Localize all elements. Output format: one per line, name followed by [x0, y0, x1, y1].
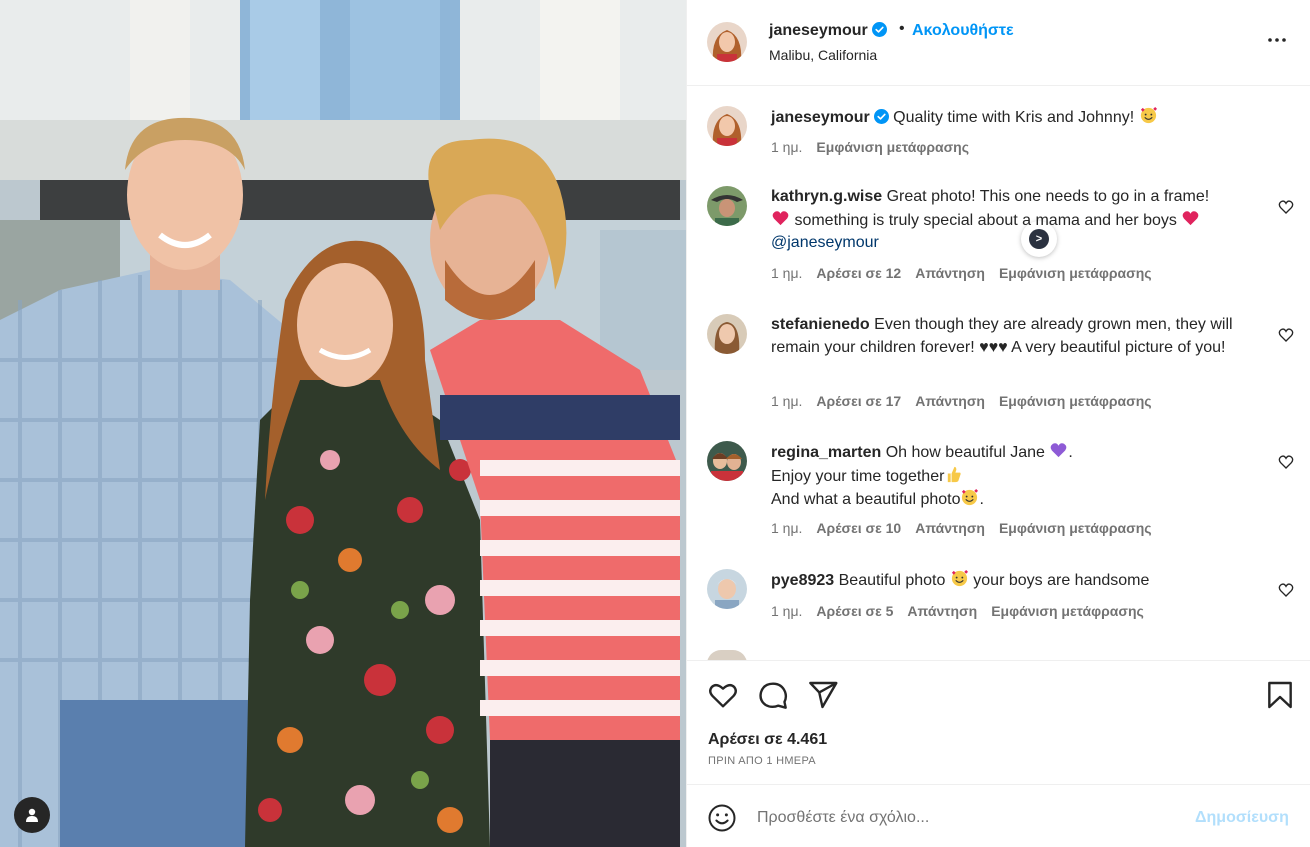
post-photo[interactable] — [0, 0, 686, 847]
verified-badge-icon — [873, 109, 889, 124]
comment-text-part: Beautiful photo — [838, 572, 946, 589]
caption-text: janeseymour Quality time with Kris and J… — [771, 106, 1251, 130]
comment-text: pye8923 Beautiful photo your boys are ha… — [771, 569, 1251, 593]
comment-text-part: something is truly special about a mama … — [794, 211, 1177, 229]
post-header: janeseymour • Ακολουθήστε Malibu, Califo… — [687, 0, 1310, 86]
likes-count[interactable]: Αρέσει σε 4.461 — [708, 731, 827, 749]
comment-text-part: And what a beautiful photo — [771, 491, 961, 508]
comment-likes-button[interactable]: Αρέσει σε 12 — [816, 265, 901, 281]
emoji-icon[interactable] — [707, 803, 737, 833]
comment-meta: 1 ημ. Αρέσει σε 5 Απάντηση Εμφάνιση μετάφρα… — [771, 603, 1158, 619]
smiling-face-with-hearts-icon — [1140, 106, 1157, 124]
comment-likes-button[interactable]: Αρέσει σε 10 — [816, 520, 901, 536]
comment-input[interactable] — [757, 803, 1177, 833]
comment-text-part: ♥♥♥ — [979, 338, 1008, 356]
post-time[interactable]: ΠΡΙΝ ΑΠΟ 1 ΗΜΕΡΑ — [708, 755, 816, 767]
comment-likes-button[interactable]: Αρέσει σε 17 — [816, 393, 901, 409]
show-translation-button[interactable]: Εμφάνιση μετάφρασης — [999, 393, 1152, 409]
show-translation-button[interactable]: Εμφάνιση μετάφρασης — [991, 603, 1144, 619]
user-tag-button[interactable] — [14, 797, 50, 833]
comment-text-part: . — [979, 491, 984, 508]
comment-text: regina_marten Oh how beautiful Jane . En… — [771, 441, 1251, 512]
follow-button[interactable]: Ακολουθήστε — [912, 22, 1014, 40]
red-heart-icon — [1182, 210, 1199, 225]
author-avatar[interactable] — [707, 22, 747, 62]
post-panel: janeseymour • Ακολουθήστε Malibu, Califo… — [686, 0, 1310, 847]
show-translation-button[interactable]: Εμφάνιση μετάφρασης — [999, 520, 1152, 536]
show-translation-button[interactable]: Εμφάνιση μετάφρασης — [999, 265, 1152, 281]
reply-button[interactable]: Απάντηση — [915, 520, 985, 536]
comment-time[interactable]: 1 ημ. — [771, 520, 802, 536]
comment-username[interactable]: kathryn.g.wise — [771, 188, 882, 205]
purple-heart-icon — [1051, 443, 1067, 458]
comment-icon[interactable] — [757, 679, 789, 711]
post-photo-illustration — [0, 0, 686, 847]
caption-time[interactable]: 1 ημ. — [771, 139, 802, 155]
smiling-face-with-hearts-icon — [951, 569, 968, 587]
comment-text-part: . — [1068, 444, 1073, 461]
show-translation-button[interactable]: Εμφάνιση μετάφρασης — [816, 139, 969, 155]
separator-dot: • — [899, 20, 905, 37]
user-tag-icon — [26, 808, 38, 822]
comment-time[interactable]: 1 ημ. — [771, 265, 802, 281]
comment-text-part: Enjoy your time together — [771, 467, 945, 485]
next-comment-avatar — [707, 650, 747, 660]
bookmark-icon[interactable] — [1264, 679, 1296, 711]
reply-button[interactable]: Απάντηση — [915, 265, 985, 281]
caption-body: Quality time with Kris and Johnny! — [893, 109, 1135, 126]
comment-username[interactable]: stefanienedo — [771, 316, 870, 333]
comment-avatar[interactable] — [707, 186, 747, 226]
mention-link[interactable]: @janeseymour — [771, 234, 879, 251]
author-username-text[interactable]: janeseymour — [769, 22, 868, 39]
comment-avatar[interactable] — [707, 569, 747, 609]
comment-text: stefanienedo Even though they are alread… — [771, 314, 1251, 359]
reply-button[interactable]: Απάντηση — [915, 393, 985, 409]
comment-meta: 1 ημ. Αρέσει σε 10 Απάντηση Εμφάνιση μετάφρ… — [771, 520, 1166, 536]
caption-meta: 1 ημ. Εμφάνιση μετάφρασης — [771, 139, 983, 155]
heart-icon[interactable] — [707, 679, 739, 711]
thumbs-up-icon — [948, 466, 962, 482]
comment-text-part: Great photo! This one needs to go in a f… — [886, 188, 1210, 205]
add-comment-bar: Δημοσίευση — [687, 784, 1310, 847]
post-actions: Αρέσει σε 4.461 ΠΡΙΝ ΑΠΟ 1 ΗΜΕΡΑ — [687, 660, 1310, 784]
post-comment-button[interactable]: Δημοσίευση — [1195, 809, 1289, 827]
reply-button[interactable]: Απάντηση — [907, 603, 977, 619]
comment-time[interactable]: 1 ημ. — [771, 393, 802, 409]
comment-avatar[interactable] — [707, 314, 747, 354]
comment-likes-button[interactable]: Αρέσει σε 5 — [816, 603, 893, 619]
more-options-icon[interactable] — [1265, 28, 1289, 52]
comment-like-heart-icon[interactable] — [1278, 582, 1294, 598]
comment-like-heart-icon[interactable] — [1278, 454, 1294, 470]
comment-avatar[interactable] — [707, 441, 747, 481]
comment-text-part: A very beautiful picture of you! — [1011, 338, 1226, 356]
comment-text-part: Oh how beautiful Jane — [885, 444, 1045, 461]
caption-avatar[interactable] — [707, 106, 747, 146]
comment-text-part: your boys are handsome — [973, 572, 1150, 589]
caption-username[interactable]: janeseymour — [771, 109, 870, 126]
comment-like-heart-icon[interactable] — [1278, 327, 1294, 343]
comment-time[interactable]: 1 ημ. — [771, 603, 802, 619]
comment-meta: 1 ημ. Αρέσει σε 17 Απάντηση Εμφάνιση μετάφρ… — [771, 393, 1166, 409]
comment-like-heart-icon[interactable] — [1278, 199, 1294, 215]
comment-username[interactable]: regina_marten — [771, 444, 881, 461]
comment-username[interactable]: pye8923 — [771, 572, 834, 589]
comment-text: kathryn.g.wise Great photo! This one nee… — [771, 186, 1251, 255]
share-icon[interactable] — [807, 679, 839, 711]
comment-meta: 1 ημ. Αρέσει σε 12 Απάντηση Εμφάνιση μετάφρ… — [771, 265, 1166, 281]
red-heart-icon — [772, 210, 789, 225]
author-username[interactable]: janeseymour — [769, 22, 887, 40]
post-location[interactable]: Malibu, California — [769, 47, 877, 63]
verified-badge-icon — [871, 22, 887, 37]
smiling-face-with-hearts-icon — [962, 488, 979, 506]
comments-list[interactable]: janeseymour Quality time with Kris and J… — [687, 86, 1310, 660]
